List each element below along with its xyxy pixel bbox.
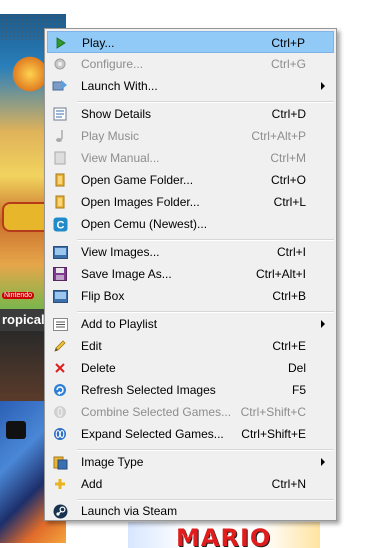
menu-item-shortcut: F5 [291, 383, 306, 397]
music-note-icon [52, 128, 68, 144]
menu-item-label: Refresh Selected Images [81, 383, 216, 397]
menu-item-label: Open Game Folder... [81, 173, 194, 187]
play-icon [53, 35, 69, 51]
menu-item-show-details[interactable]: Show Details Ctrl+D [47, 103, 334, 125]
menu-item-label: Play Music [81, 129, 140, 143]
menu-item-open-game-folder[interactable]: Open Game Folder... Ctrl+O [47, 169, 334, 191]
menu-item-edit[interactable]: Edit Ctrl+E [47, 335, 334, 357]
nintendo-badge: Nintendo [2, 292, 35, 299]
menu-item-open-images-folder[interactable]: Open Images Folder... Ctrl+L [47, 191, 334, 213]
image-type-icon [52, 454, 68, 470]
folder-icon [52, 172, 68, 188]
menu-item-view-images[interactable]: View Images... Ctrl+I [47, 241, 334, 263]
expand-icon [52, 426, 68, 442]
folder-icon [52, 194, 68, 210]
menu-item-shortcut: Ctrl+P [271, 36, 305, 50]
menu-item-flip-box[interactable]: Flip Box Ctrl+B [47, 285, 334, 307]
image-icon [52, 244, 68, 260]
menu-item-label: View Manual... [81, 151, 160, 165]
menu-item-play[interactable]: Play... Ctrl+P [47, 31, 334, 53]
menu-item-shortcut: Ctrl+Alt+P [251, 129, 306, 143]
delete-icon [52, 360, 68, 376]
context-menu: Play... Ctrl+P Configure... Ctrl+G Launc… [44, 28, 337, 521]
add-icon [52, 476, 68, 492]
submenu-arrow-icon [321, 458, 325, 466]
pencil-icon [52, 338, 68, 354]
menu-item-label: Edit [81, 339, 102, 353]
refresh-icon [52, 382, 68, 398]
game-box-art-mario[interactable]: MARIO [128, 522, 320, 548]
menu-item-shortcut: Ctrl+I [276, 245, 306, 259]
menu-item-save-image-as[interactable]: Save Image As... Ctrl+Alt+I [47, 263, 334, 285]
menu-item-label: Add to Playlist [81, 317, 158, 331]
menu-item-label: Add [81, 477, 103, 491]
gear-icon [52, 56, 68, 72]
details-icon [52, 106, 68, 122]
submenu-arrow-icon [321, 82, 325, 90]
menu-item-launch-via-steam[interactable]: Launch via Steam [47, 500, 334, 522]
menu-item-shortcut: Ctrl+Shift+C [240, 405, 306, 419]
menu-item-label: Save Image As... [81, 267, 172, 281]
combine-icon [52, 404, 68, 420]
submenu-arrow-icon [321, 320, 325, 328]
menu-item-expand-selected-games[interactable]: Expand Selected Games... Ctrl+Shift+E [47, 423, 334, 445]
cemu-icon: C [52, 216, 68, 232]
menu-item-label: Play... [82, 36, 115, 50]
menu-item-shortcut: Ctrl+M [270, 151, 306, 165]
menu-item-label: Flip Box [81, 289, 125, 303]
menu-item-open-cemu[interactable]: C Open Cemu (Newest)... [47, 213, 334, 235]
menu-item-image-type[interactable]: Image Type [47, 451, 334, 473]
menu-item-shortcut: Ctrl+G [270, 57, 306, 71]
flip-icon [52, 288, 68, 304]
menu-item-label: Image Type [81, 455, 144, 469]
menu-item-shortcut: Ctrl+B [272, 289, 306, 303]
menu-item-add[interactable]: Add Ctrl+N [47, 473, 334, 495]
menu-item-refresh-selected-images[interactable]: Refresh Selected Images F5 [47, 379, 334, 401]
game-title-text: ropical [2, 312, 45, 327]
menu-item-combine-selected-games[interactable]: Combine Selected Games... Ctrl+Shift+C [47, 401, 334, 423]
menu-item-label: Launch With... [81, 79, 158, 93]
menu-item-label: Open Images Folder... [81, 195, 200, 209]
menu-item-label: View Images... [81, 245, 160, 259]
steam-icon [52, 503, 68, 519]
menu-item-shortcut: Ctrl+D [271, 107, 306, 121]
menu-item-label: Show Details [81, 107, 152, 121]
menu-item-shortcut: Ctrl+E [272, 339, 306, 353]
menu-item-view-manual[interactable]: View Manual... Ctrl+M [47, 147, 334, 169]
menu-item-shortcut: Ctrl+O [270, 173, 306, 187]
playlist-icon [52, 316, 68, 332]
menu-item-shortcut: Ctrl+Alt+I [255, 267, 306, 281]
menu-item-play-music[interactable]: Play Music Ctrl+Alt+P [47, 125, 334, 147]
launch-icon [52, 78, 68, 94]
menu-item-label: Delete [81, 361, 116, 375]
svg-text:C: C [56, 219, 64, 231]
menu-item-shortcut: Ctrl+N [271, 477, 306, 491]
mario-logo-text: MARIO [176, 524, 272, 548]
menu-item-shortcut: Del [287, 361, 306, 375]
menu-item-label: Combine Selected Games... [81, 405, 232, 419]
menu-item-shortcut: Ctrl+L [273, 195, 306, 209]
menu-item-label: Expand Selected Games... [81, 427, 224, 441]
menu-item-delete[interactable]: Delete Del [47, 357, 334, 379]
menu-item-add-to-playlist[interactable]: Add to Playlist [47, 313, 334, 335]
menu-item-shortcut: Ctrl+Shift+E [241, 427, 306, 441]
menu-item-label: Open Cemu (Newest)... [81, 217, 208, 231]
menu-item-configure[interactable]: Configure... Ctrl+G [47, 53, 334, 75]
menu-item-launch-with[interactable]: Launch With... [47, 75, 334, 97]
menu-item-label: Configure... [81, 57, 144, 71]
manual-icon [52, 150, 68, 166]
save-icon [52, 266, 68, 282]
menu-item-label: Launch via Steam [81, 504, 178, 518]
